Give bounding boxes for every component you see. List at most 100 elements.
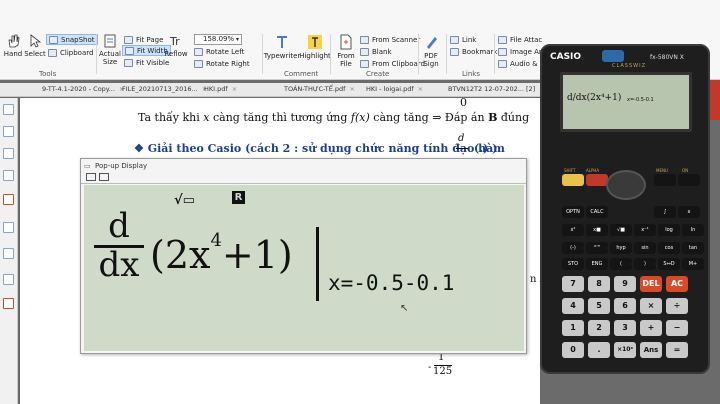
calc-key[interactable]: 0 <box>562 342 584 358</box>
calc-key[interactable]: x² <box>562 224 584 236</box>
highlight-label: Highlight <box>299 52 331 60</box>
shift-key[interactable] <box>562 174 584 186</box>
tab-item[interactable]: [2] <box>526 85 535 96</box>
tab-item[interactable]: HKI.pdf × <box>204 85 237 96</box>
pdf-sign-button[interactable]: PDF Sign <box>420 34 442 68</box>
calc-key[interactable]: 7 <box>562 276 584 292</box>
select-button[interactable]: Select <box>24 34 46 58</box>
fit-page-button[interactable]: Fit Page <box>124 34 163 45</box>
calc-key[interactable]: 9 <box>614 276 636 292</box>
calc-key[interactable]: M+ <box>682 258 704 270</box>
calc-key[interactable]: 4 <box>562 298 584 314</box>
from-file-button[interactable]: From File <box>334 34 358 68</box>
calc-key[interactable]: x■ <box>586 224 608 236</box>
calc-key[interactable]: °'" <box>586 242 608 254</box>
snapshot-button[interactable]: SnapShot <box>46 34 98 45</box>
evaluation-point: x=-0.5-0.1 <box>328 271 455 295</box>
calc-key[interactable]: 3 <box>614 320 636 336</box>
tab-item[interactable]: FILE_20210713_2016... × <box>122 85 207 96</box>
image-annotation-button[interactable]: Image An <box>498 46 543 57</box>
tab-item[interactable]: 9-TT-4.1-2020 - Copy... × <box>42 85 124 96</box>
calc-key[interactable]: sin <box>634 242 656 254</box>
menu-key[interactable] <box>654 174 676 186</box>
calc-key[interactable]: 2 <box>588 320 610 336</box>
layers-icon[interactable] <box>3 170 14 181</box>
close-icon[interactable]: × <box>349 85 354 93</box>
zoom-select[interactable]: 158.09% ▾ <box>194 34 242 45</box>
del-key[interactable]: DEL <box>640 276 662 292</box>
calc-key[interactable]: Ans <box>640 342 662 358</box>
reflow-button[interactable]: Tr Reflow <box>164 34 188 58</box>
pages-icon[interactable] <box>3 104 14 115</box>
file-attach-label: File Attac <box>510 35 543 44</box>
calc-key[interactable]: − <box>666 320 688 336</box>
calc-key[interactable]: ∫ <box>654 206 676 218</box>
key-label: SHIFT <box>564 168 576 173</box>
popup-display-window[interactable]: ▭ Pop-up Display √▭ R d dx (2x4+1) x=-0.… <box>80 158 527 354</box>
from-scanner-button[interactable]: From Scanner <box>360 34 420 45</box>
from-clipboard-button[interactable]: From Clipboard <box>360 58 425 69</box>
calc-key[interactable]: cos <box>658 242 680 254</box>
calc-key[interactable]: √■ <box>610 224 632 236</box>
calc-key[interactable]: ÷ <box>666 298 688 314</box>
comments-icon[interactable] <box>3 194 14 205</box>
tab-item[interactable]: BTVN12T2 12-07-202... <box>448 85 524 96</box>
calc-key[interactable]: = <box>666 342 688 358</box>
calc-key[interactable]: (-) <box>562 242 584 254</box>
on-key[interactable] <box>678 174 700 186</box>
calc-key[interactable]: . <box>588 342 610 358</box>
calc-key[interactable]: x⁻¹ <box>634 224 656 236</box>
search-icon[interactable] <box>3 274 14 285</box>
calc-key[interactable]: 1 <box>562 320 584 336</box>
lock-icon[interactable] <box>3 248 14 259</box>
calc-key[interactable]: + <box>640 320 662 336</box>
rotate-right-button[interactable]: Rotate Right <box>194 58 250 69</box>
clipboard-button[interactable]: Clipboard <box>48 47 93 58</box>
calc-key[interactable]: CALC <box>586 206 608 218</box>
alpha-key[interactable] <box>586 174 608 186</box>
hand-button[interactable]: Hand <box>2 34 24 58</box>
highlight-button[interactable]: Highlight <box>299 34 331 60</box>
close-icon[interactable]: × <box>418 85 423 93</box>
calc-key[interactable]: ( <box>610 258 632 270</box>
blank-button[interactable]: Blank <box>360 46 392 57</box>
calc-key[interactable]: ×10ˣ <box>614 342 636 358</box>
calc-key[interactable]: × <box>640 298 662 314</box>
display-icon[interactable] <box>86 173 96 181</box>
close-icon[interactable]: × <box>232 85 237 93</box>
link-button[interactable]: Link <box>450 34 476 45</box>
calc-key[interactable]: tan <box>682 242 704 254</box>
divider <box>96 34 97 74</box>
tab-item[interactable]: TOÁN-THỰC-TẾ.pdf × <box>284 85 355 96</box>
attachments-icon[interactable] <box>3 148 14 159</box>
casio-calculator[interactable]: CASIO fx-580VN X CLASSWIZ d/dx(2x⁴+1) x=… <box>540 44 710 374</box>
typewriter-button[interactable]: Typewriter <box>264 34 300 60</box>
page-icon <box>104 34 116 48</box>
calc-key[interactable]: ln <box>682 224 704 236</box>
settings-icon[interactable] <box>99 173 109 181</box>
calc-key[interactable]: ENG <box>586 258 608 270</box>
calc-key[interactable]: ) <box>634 258 656 270</box>
calc-key[interactable]: x <box>678 206 700 218</box>
audio-video-button[interactable]: Audio & V <box>498 58 545 69</box>
calc-key[interactable]: S⇔D <box>658 258 680 270</box>
calc-key[interactable]: hyp <box>610 242 632 254</box>
tab-item[interactable]: HKI - loigai.pdf × <box>366 85 423 96</box>
file-attach-button[interactable]: File Attac <box>498 34 542 45</box>
calc-key[interactable]: log <box>658 224 680 236</box>
signature-icon[interactable] <box>3 298 14 309</box>
bookmark-button[interactable]: Bookmark <box>450 46 497 57</box>
calc-key[interactable]: 6 <box>614 298 636 314</box>
direction-pad[interactable] <box>606 170 646 200</box>
rotate-left-button[interactable]: Rotate Left <box>194 46 244 57</box>
actual-size-button[interactable]: Actual Size <box>98 34 122 66</box>
calc-key[interactable]: STO <box>562 258 584 270</box>
fit-visible-button[interactable]: Fit Visible <box>124 57 169 68</box>
calc-key[interactable]: 5 <box>588 298 610 314</box>
calc-key[interactable]: OPTN <box>562 206 584 218</box>
calc-key[interactable]: 8 <box>588 276 610 292</box>
ac-key[interactable]: AC <box>666 276 688 292</box>
link-icon[interactable] <box>3 222 14 233</box>
bookmarks-icon[interactable] <box>3 126 14 137</box>
clipboard-label: Clipboard <box>60 48 94 57</box>
